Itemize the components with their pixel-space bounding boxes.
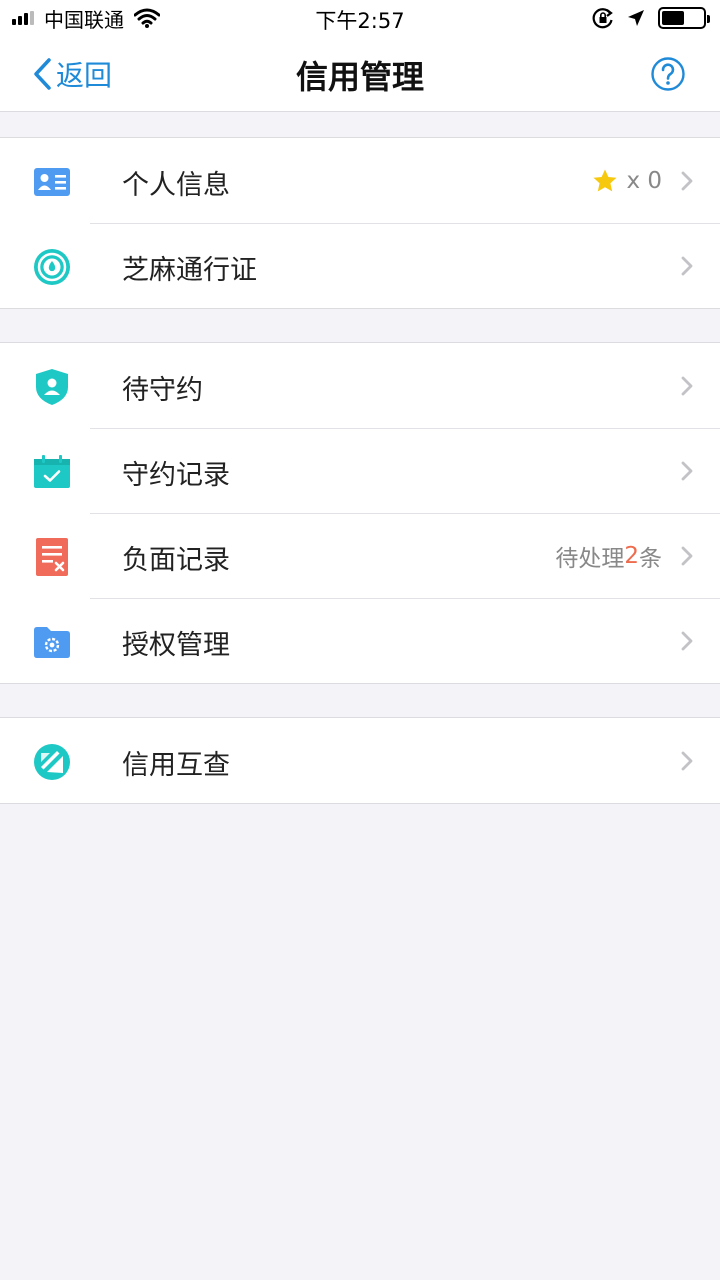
menu-item-label: 信用互查: [122, 750, 230, 781]
folder-gear-icon: [34, 627, 70, 658]
star-count: x 0: [592, 164, 662, 198]
document-x-icon: [36, 538, 68, 576]
chevron-right-icon: [681, 751, 693, 771]
shield-user-icon: [36, 369, 68, 405]
chevron-right-icon: [681, 631, 693, 651]
menu-item-pending-commitments[interactable]: 待守约: [0, 343, 720, 428]
battery-tip: [707, 15, 710, 23]
battery-fill: [662, 11, 684, 25]
chevron-right-icon: [681, 461, 693, 481]
status-right: [592, 6, 710, 30]
battery-icon: [658, 7, 710, 29]
help-icon[interactable]: [650, 56, 686, 92]
group-records: 待守约 守约记录 负面记录 待处理 2 条 授权管理: [0, 342, 720, 684]
menu-item-label: 授权管理: [122, 630, 230, 661]
location-arrow-icon: [628, 10, 644, 26]
status-bar: 中国联通 下午2:57: [0, 0, 720, 36]
pending-status: 待处理 2 条: [555, 539, 662, 573]
navigation-bar: 返回 信用管理: [0, 36, 720, 112]
menu-item-credit-mutual-check[interactable]: 信用互查: [0, 718, 720, 803]
pending-status-suffix: 条: [639, 546, 662, 572]
star-icon: [593, 169, 617, 192]
zhima-pass-icon: [34, 249, 70, 285]
menu-item-negative-records[interactable]: 负面记录 待处理 2 条: [0, 513, 720, 598]
menu-item-label: 芝麻通行证: [122, 255, 257, 286]
chevron-right-icon: [681, 376, 693, 396]
chevron-right-icon: [681, 171, 693, 191]
menu-item-authorization-management[interactable]: 授权管理: [0, 598, 720, 683]
id-card-icon: [34, 168, 70, 196]
menu-item-label: 守约记录: [122, 460, 230, 491]
page-title: 信用管理: [295, 58, 424, 96]
menu-item-label: 负面记录: [122, 545, 230, 576]
menu-item-personal-info[interactable]: 个人信息 x 0: [0, 138, 720, 223]
menu-item-zhima-pass[interactable]: 芝麻通行证: [0, 223, 720, 308]
menu-item-commitment-records[interactable]: 守约记录: [0, 428, 720, 513]
group-mutual-check: 信用互查: [0, 717, 720, 804]
star-count-text: x 0: [626, 168, 662, 194]
chevron-right-icon: [681, 256, 693, 276]
menu-item-label: 个人信息: [122, 170, 230, 201]
chevron-right-icon: [681, 546, 693, 566]
menu-item-label: 待守约: [122, 375, 203, 406]
group-identity: 个人信息 x 0 芝麻通行证: [0, 137, 720, 309]
pending-status-prefix: 待处理: [555, 546, 625, 572]
rotation-lock-icon: [592, 8, 613, 29]
mutual-check-icon: [34, 744, 70, 780]
calendar-check-icon: [34, 455, 70, 488]
pending-count: 2: [624, 543, 639, 569]
